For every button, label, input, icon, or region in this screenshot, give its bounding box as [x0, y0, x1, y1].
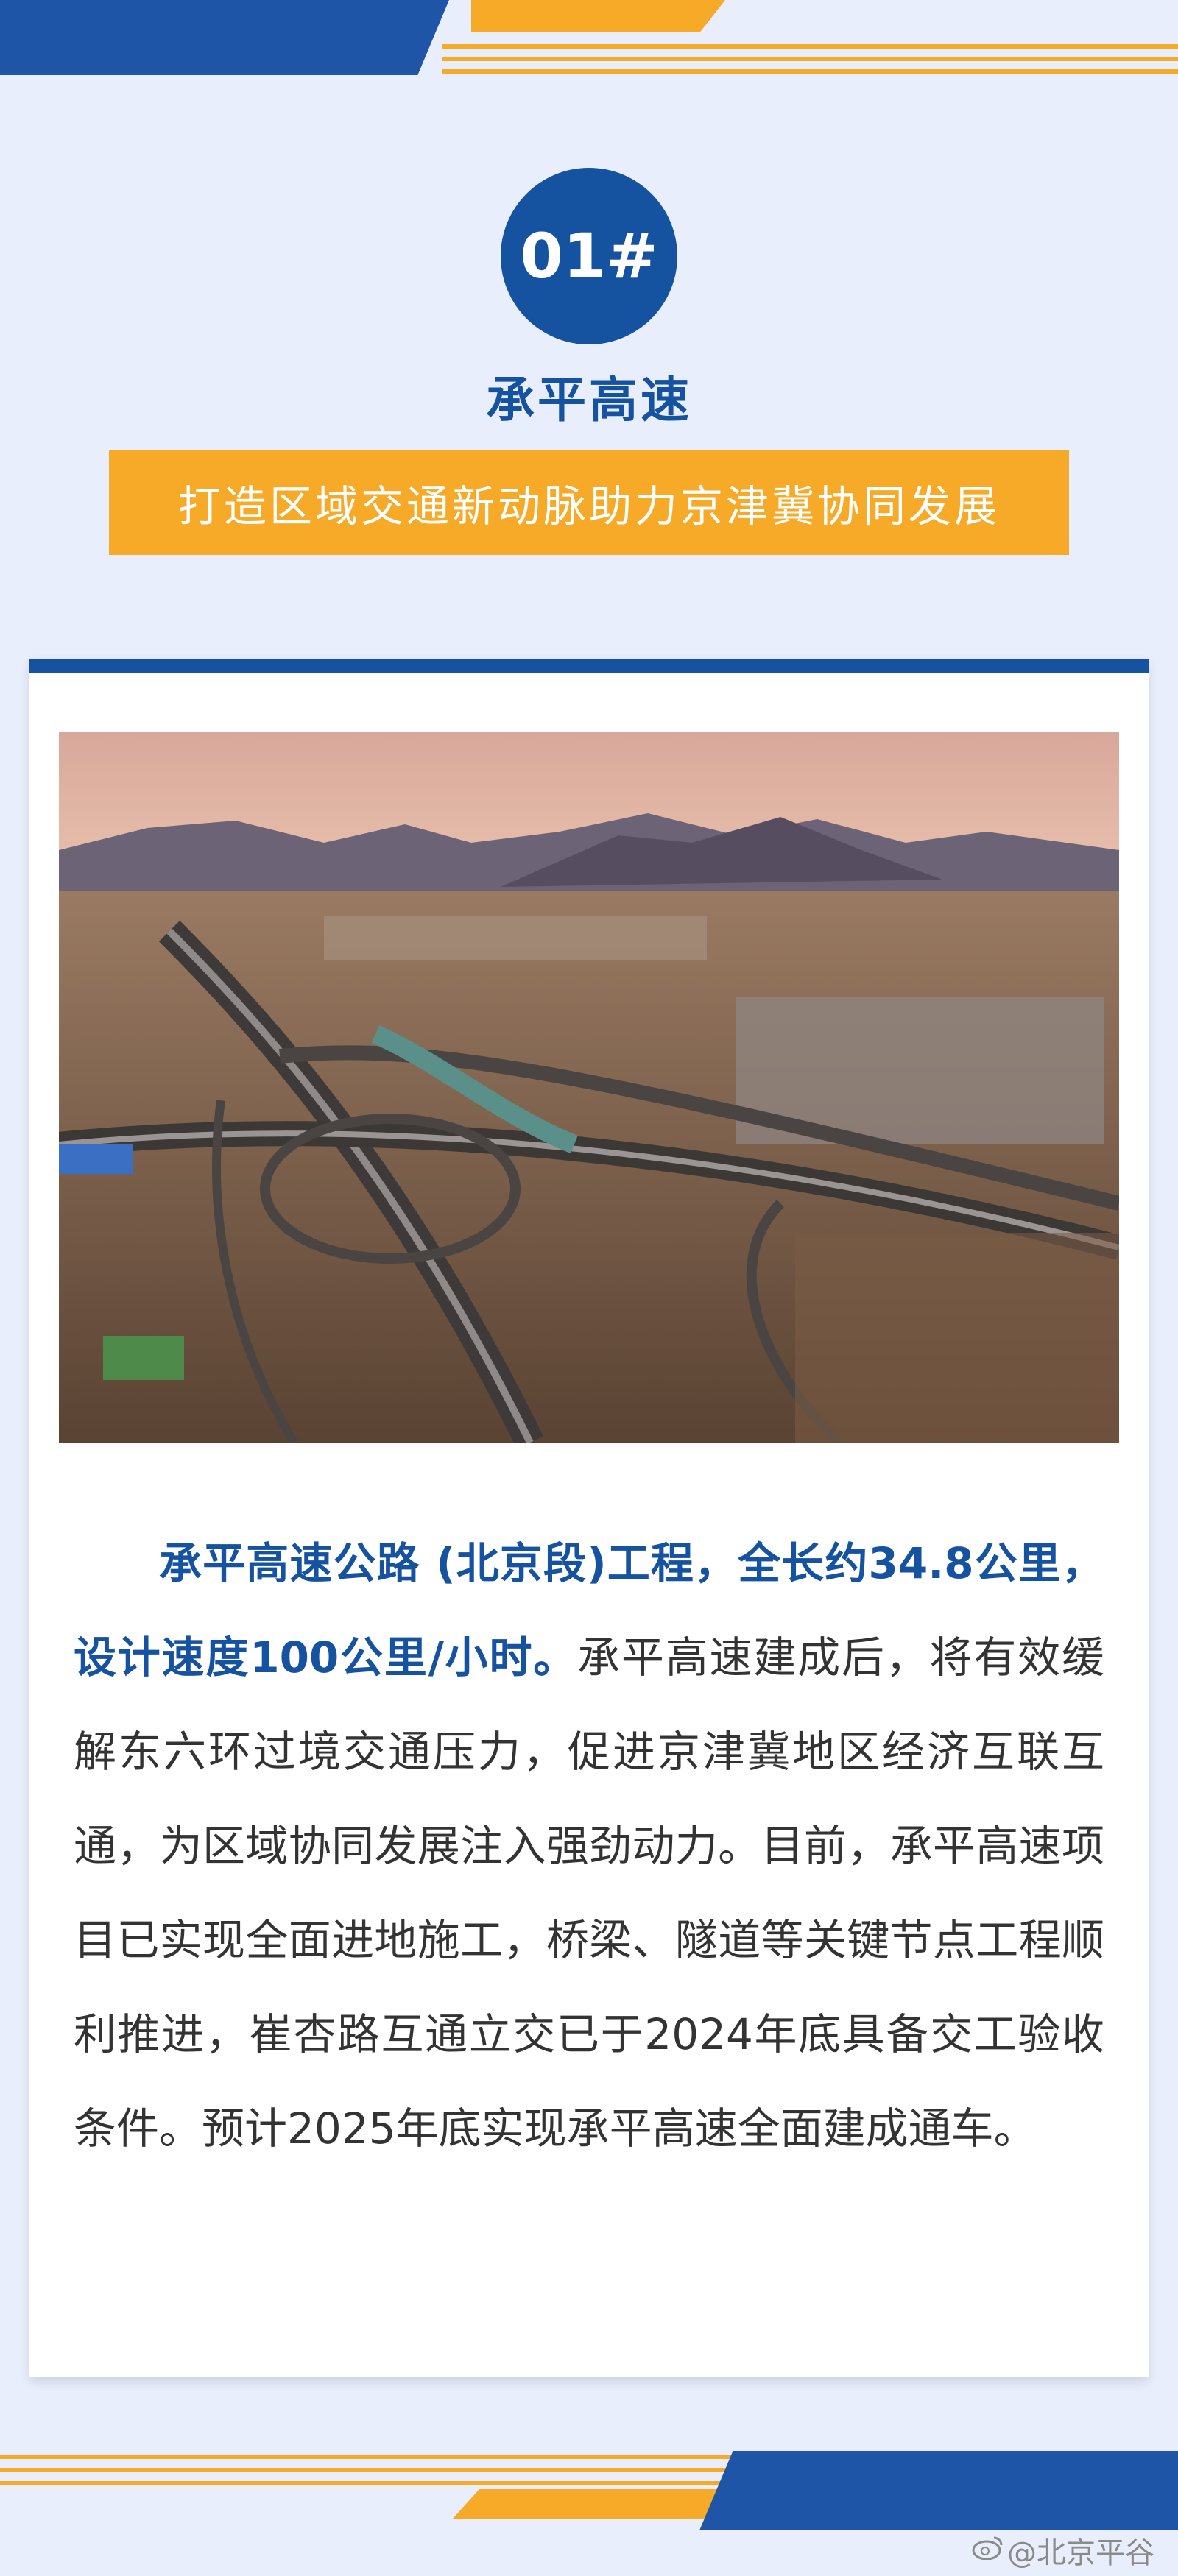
bottom-orange-banner: [453, 2489, 718, 2519]
weibo-icon: [972, 2533, 1003, 2567]
section-title: 承平高速: [486, 372, 692, 428]
top-stripe-lines: [442, 44, 1178, 78]
highway-interchange-photo: [59, 732, 1119, 1443]
bottom-blue-banner: [699, 2451, 1178, 2530]
section-number-badge: 01#: [501, 168, 677, 344]
top-blue-banner: [0, 0, 449, 75]
top-orange-banner: [471, 0, 725, 32]
subtitle-banner: 打造区域交通新动脉助力京津冀协同发展: [109, 450, 1069, 555]
article-body: 承平高速建成后，将有效缓解东六环过境交通压力，促进京津冀地区经济互联互通，为区域…: [74, 1632, 1104, 2154]
article-paragraph: 承平高速公路 (北京段)工程，全长约34.8公里，设计速度100公里/小时。承平…: [74, 1516, 1104, 2176]
watermark: @北京平谷: [972, 2532, 1171, 2570]
watermark-text: @北京平谷: [1007, 2536, 1154, 2570]
